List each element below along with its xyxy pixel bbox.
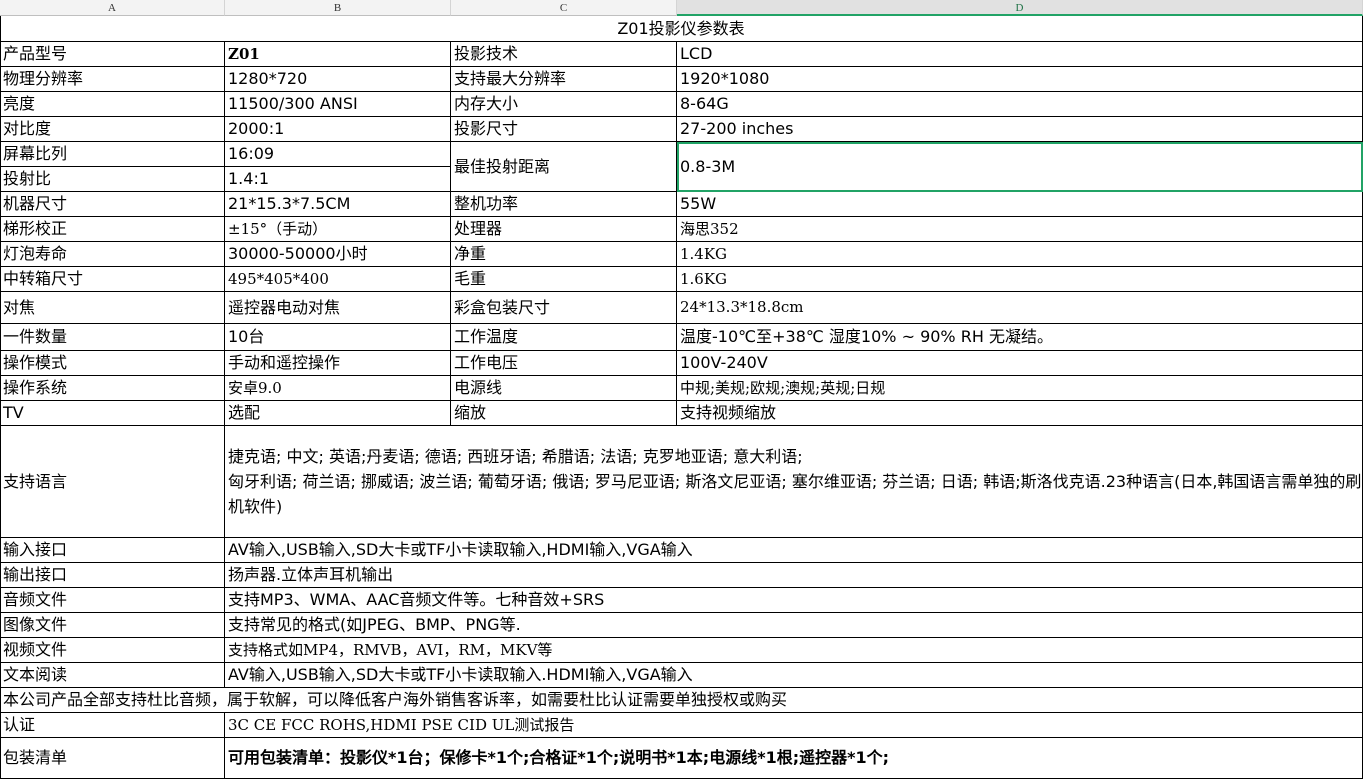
languages-line-1: 捷克语; 中文; 英语;丹麦语; 德语; 西班牙语; 希腊语; 法语; 克罗地亚… xyxy=(228,447,803,466)
cell-best-distance-value[interactable]: 0.8-3M xyxy=(677,142,1363,192)
cell-audio-value[interactable]: 支持MP3、WMA、AAC音频文件等。七种音效+SRS xyxy=(225,588,1363,613)
cell-carton-size-value[interactable]: 495*405*400 xyxy=(225,267,451,292)
cell-lamp-life-label[interactable]: 灯泡寿命 xyxy=(0,242,225,267)
cell-audio-label[interactable]: 音频文件 xyxy=(0,588,225,613)
cell-video-label[interactable]: 视频文件 xyxy=(0,638,225,663)
column-header-d[interactable]: D xyxy=(677,0,1363,16)
cell-text-label[interactable]: 文本阅读 xyxy=(0,663,225,688)
cell-lamp-life-value[interactable]: 30000-50000小时 xyxy=(225,242,451,267)
cell-cert-label[interactable]: 认证 xyxy=(0,713,225,738)
cell-voltage-label[interactable]: 工作电压 xyxy=(451,351,677,376)
cell-focus-value[interactable]: 遥控器电动对焦 xyxy=(225,292,451,324)
cell-image-value[interactable]: 支持常见的格式(如JPEG、BMP、PNG等. xyxy=(225,613,1363,638)
cell-throw-ratio-label[interactable]: 投射比 xyxy=(0,167,225,192)
sheet-left-border xyxy=(0,16,1,779)
cell-operation-mode-value[interactable]: 手动和遥控操作 xyxy=(225,351,451,376)
languages-line-2: 匈牙利语; 荷兰语; 挪威语; 波兰语; 葡萄牙语; 俄语; 罗马尼亚语; 斯洛… xyxy=(228,472,1362,516)
cell-memory-value[interactable]: 8-64G xyxy=(677,92,1363,117)
cell-output-value[interactable]: 扬声器.立体声耳机输出 xyxy=(225,563,1363,588)
cell-packing-label[interactable]: 包装清单 xyxy=(0,738,225,779)
cell-power-value[interactable]: 55W xyxy=(677,192,1363,217)
column-header-a[interactable]: A xyxy=(0,0,225,16)
cell-os-value[interactable]: 安卓9.0 xyxy=(225,376,451,401)
cell-cert-value[interactable]: 3C CE FCC ROHS,HDMI PSE CID UL测试报告 xyxy=(225,713,1363,738)
cell-keystone-value[interactable]: ±15°（手动） xyxy=(225,217,451,242)
cell-projection-size-label[interactable]: 投影尺寸 xyxy=(451,117,677,142)
cell-contrast-value[interactable]: 2000:1 xyxy=(225,117,451,142)
cell-output-label[interactable]: 输出接口 xyxy=(0,563,225,588)
cell-power-cord-value[interactable]: 中规;美规;欧规;澳规;英规;日规 xyxy=(677,376,1363,401)
cell-gross-weight-value[interactable]: 1.6KG xyxy=(677,267,1363,292)
sheet-title[interactable]: Z01投影仪参数表 xyxy=(0,16,1363,42)
cell-brightness-value[interactable]: 11500/300 ANSI xyxy=(225,92,451,117)
cell-power-cord-label[interactable]: 电源线 xyxy=(451,376,677,401)
cell-size-label[interactable]: 机器尺寸 xyxy=(0,192,225,217)
cell-aspect-label[interactable]: 屏幕比列 xyxy=(0,142,225,167)
cell-throw-ratio-value[interactable]: 1.4:1 xyxy=(225,167,451,192)
cell-box-size-value[interactable]: 24*13.3*18.8cm xyxy=(677,292,1363,324)
cell-size-value[interactable]: 21*15.3*7.5CM xyxy=(225,192,451,217)
spreadsheet-grid: Z01投影仪参数表 产品型号 Z01 投影技术 LCD 物理分辨率 1280*7… xyxy=(0,16,1363,779)
cell-dolby-note[interactable]: 本公司产品全部支持杜比音频，属于软解，可以降低客户海外销售客诉率，如需要杜比认证… xyxy=(0,688,1363,713)
cell-memory-label[interactable]: 内存大小 xyxy=(451,92,677,117)
cell-video-value[interactable]: 支持格式如MP4，RMVB，AVI，RM，MKV等 xyxy=(225,638,1363,663)
cell-input-label[interactable]: 输入接口 xyxy=(0,538,225,563)
cell-contrast-label[interactable]: 对比度 xyxy=(0,117,225,142)
column-header-c[interactable]: C xyxy=(451,0,677,16)
cell-max-resolution-label[interactable]: 支持最大分辨率 xyxy=(451,67,677,92)
cell-quantity-value[interactable]: 10台 xyxy=(225,324,451,351)
cell-tech-value[interactable]: LCD xyxy=(677,42,1363,67)
cell-best-distance-label[interactable]: 最佳投射距离 xyxy=(451,142,677,192)
cell-aspect-value[interactable]: 16:09 xyxy=(225,142,451,167)
cell-max-resolution-value[interactable]: 1920*1080 xyxy=(677,67,1363,92)
cell-model-value[interactable]: Z01 xyxy=(225,42,451,67)
cell-languages-label[interactable]: 支持语言 xyxy=(0,426,225,538)
cell-os-label[interactable]: 操作系统 xyxy=(0,376,225,401)
cell-tv-label[interactable]: TV xyxy=(0,401,225,426)
cell-carton-size-label[interactable]: 中转箱尺寸 xyxy=(0,267,225,292)
cell-quantity-label[interactable]: 一件数量 xyxy=(0,324,225,351)
cell-image-label[interactable]: 图像文件 xyxy=(0,613,225,638)
cell-focus-label[interactable]: 对焦 xyxy=(0,292,225,324)
cell-resolution-label[interactable]: 物理分辨率 xyxy=(0,67,225,92)
cell-projection-size-value[interactable]: 27-200 inches xyxy=(677,117,1363,142)
cell-packing-value[interactable]: 可用包装清单：投影仪*1台；保修卡*1个;合格证*1个;说明书*1本;电源线*1… xyxy=(225,738,1363,779)
cell-brightness-label[interactable]: 亮度 xyxy=(0,92,225,117)
column-header-b[interactable]: B xyxy=(225,0,451,16)
cell-operation-mode-label[interactable]: 操作模式 xyxy=(0,351,225,376)
cell-zoom-label[interactable]: 缩放 xyxy=(451,401,677,426)
cell-processor-value[interactable]: 海思352 xyxy=(677,217,1363,242)
cell-tv-value[interactable]: 选配 xyxy=(225,401,451,426)
cell-resolution-value[interactable]: 1280*720 xyxy=(225,67,451,92)
cell-input-value[interactable]: AV输入,USB输入,SD大卡或TF小卡读取输入,HDMI输入,VGA输入 xyxy=(225,538,1363,563)
cell-processor-label[interactable]: 处理器 xyxy=(451,217,677,242)
cell-gross-weight-label[interactable]: 毛重 xyxy=(451,267,677,292)
cell-keystone-label[interactable]: 梯形校正 xyxy=(0,217,225,242)
cell-voltage-value[interactable]: 100V-240V xyxy=(677,351,1363,376)
cell-zoom-value[interactable]: 支持视频缩放 xyxy=(677,401,1363,426)
cell-net-weight-value[interactable]: 1.4KG xyxy=(677,242,1363,267)
cell-net-weight-label[interactable]: 净重 xyxy=(451,242,677,267)
cell-power-label[interactable]: 整机功率 xyxy=(451,192,677,217)
cell-languages-value[interactable]: 捷克语; 中文; 英语;丹麦语; 德语; 西班牙语; 希腊语; 法语; 克罗地亚… xyxy=(225,426,1363,538)
cell-box-size-label[interactable]: 彩盒包装尺寸 xyxy=(451,292,677,324)
cell-temperature-value[interactable]: 温度-10℃至+38℃ 湿度10% ~ 90% RH 无凝结。 xyxy=(677,324,1363,351)
cell-temperature-label[interactable]: 工作温度 xyxy=(451,324,677,351)
cell-tech-label[interactable]: 投影技术 xyxy=(451,42,677,67)
cell-text-value[interactable]: AV输入,USB输入,SD大卡或TF小卡读取输入.HDMI输入,VGA输入 xyxy=(225,663,1363,688)
cell-model-label[interactable]: 产品型号 xyxy=(0,42,225,67)
